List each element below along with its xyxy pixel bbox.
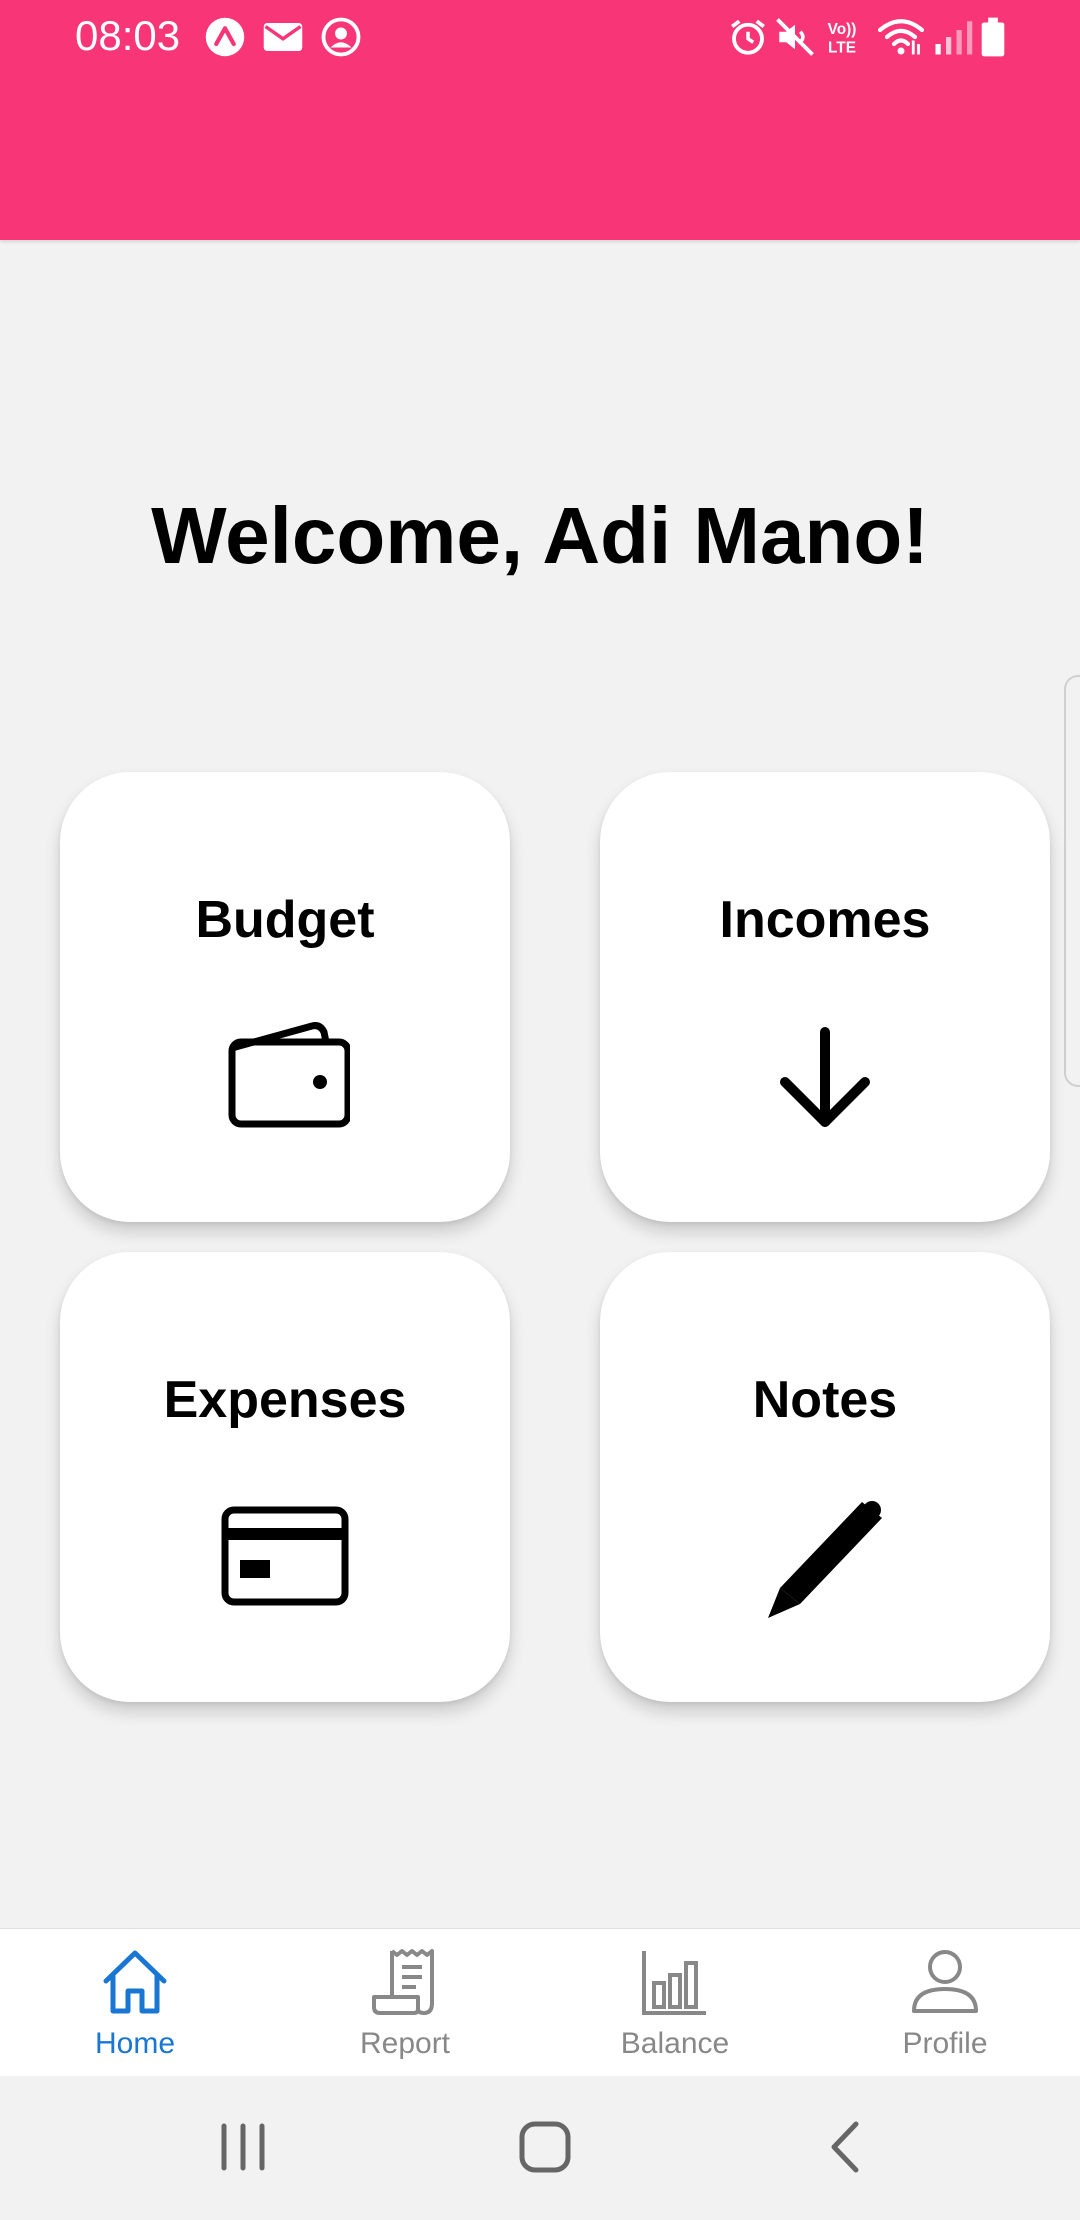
system-navigation-bar bbox=[0, 2076, 1080, 2220]
back-chevron-icon bbox=[831, 2121, 859, 2173]
incomes-card[interactable]: Incomes bbox=[600, 772, 1050, 1222]
bottom-navigation: Home Report Balance Profile bbox=[0, 1928, 1080, 2077]
edge-panel-handle[interactable] bbox=[1064, 675, 1080, 1087]
bar-chart-icon bbox=[640, 1947, 710, 2017]
notes-card-title: Notes bbox=[752, 1371, 898, 1429]
nav-profile[interactable]: Profile bbox=[810, 1929, 1080, 2077]
alarm-icon bbox=[727, 16, 769, 58]
recent-apps-icon bbox=[221, 2123, 265, 2171]
arrow-down-icon bbox=[760, 1012, 890, 1142]
pencil-icon bbox=[760, 1492, 890, 1622]
signal-icon bbox=[932, 16, 974, 58]
status-time: 08:03 bbox=[75, 12, 181, 59]
status-bar: 08:03 Vo)) LTE bbox=[0, 0, 1080, 72]
nav-report-label: Report bbox=[359, 2027, 451, 2060]
person-icon bbox=[910, 1947, 980, 2017]
recent-apps-button[interactable] bbox=[208, 2112, 278, 2182]
nav-balance[interactable]: Balance bbox=[540, 1929, 810, 2077]
budget-card-title: Budget bbox=[195, 891, 375, 949]
volte-bottom-label: LTE bbox=[828, 39, 856, 56]
nav-report[interactable]: Report bbox=[270, 1929, 540, 2077]
budget-card[interactable]: Budget bbox=[60, 772, 510, 1222]
account-icon bbox=[320, 16, 362, 58]
home-circle-icon bbox=[519, 2121, 571, 2173]
mail-icon bbox=[262, 16, 304, 58]
app-header: 08:03 Vo)) LTE bbox=[0, 0, 1080, 240]
nav-balance-label: Balance bbox=[620, 2027, 730, 2060]
receipt-icon bbox=[370, 1947, 440, 2017]
nav-home[interactable]: Home bbox=[0, 1929, 270, 2077]
battery-icon bbox=[978, 16, 1008, 58]
notes-card[interactable]: Notes bbox=[600, 1252, 1050, 1702]
expenses-card[interactable]: Expenses bbox=[60, 1252, 510, 1702]
volte-icon: Vo)) LTE bbox=[820, 16, 864, 58]
incomes-card-title: Incomes bbox=[719, 891, 931, 949]
volte-top-label: Vo)) bbox=[828, 21, 857, 38]
wifi-icon bbox=[876, 16, 926, 58]
welcome-title: Welcome, Adi Mano! bbox=[151, 491, 929, 580]
wallet-icon bbox=[220, 1012, 350, 1142]
expenses-card-title: Expenses bbox=[163, 1371, 407, 1429]
app-notification-icon bbox=[204, 16, 246, 58]
nav-home-label: Home bbox=[94, 2027, 176, 2060]
mute-icon bbox=[774, 16, 816, 58]
home-system-button[interactable] bbox=[510, 2112, 580, 2182]
nav-profile-label: Profile bbox=[902, 2027, 988, 2060]
home-icon bbox=[100, 1947, 170, 2017]
back-button[interactable] bbox=[812, 2112, 882, 2182]
credit-card-icon bbox=[220, 1492, 350, 1622]
